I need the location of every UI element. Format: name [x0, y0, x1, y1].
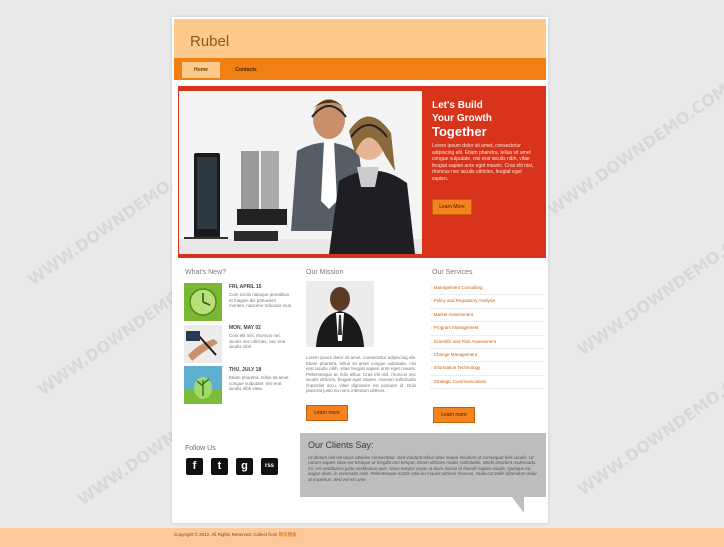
news-title: What's New? — [185, 269, 227, 276]
footer-copyright: Copyright © 2012. All Rights Reserved. C… — [174, 532, 297, 538]
service-item[interactable]: Scientific and Risk Assessment — [431, 336, 543, 349]
service-item[interactable]: Policy and Regulatory Analysis — [431, 295, 543, 309]
rss-icon[interactable]: rss — [261, 458, 278, 475]
site-logo[interactable]: Rubel — [190, 33, 229, 50]
service-item[interactable]: Strategic Communications — [431, 376, 543, 390]
services-learn-more-button[interactable]: Learn more — [433, 407, 475, 423]
speech-bubble-tail — [512, 497, 524, 513]
hero-title-line3: Together — [432, 124, 487, 139]
footer-copyright-text: Copyright © 2012. All Rights Reserved. C… — [174, 532, 279, 537]
mission-title: Our Mission — [306, 269, 344, 276]
service-item[interactable]: Management Consulting — [431, 282, 543, 296]
footer-link[interactable]: 网页模板 — [279, 532, 297, 537]
follow-title: Follow Us — [185, 445, 216, 452]
nav-home[interactable]: Home — [182, 62, 220, 78]
watermark: WWW.DOWNDEMO.COM — [544, 79, 724, 220]
facebook-icon[interactable]: f — [186, 458, 203, 475]
hero-photo — [179, 91, 422, 254]
hero-title-line1: Let's Build — [432, 100, 483, 111]
main-nav: Home Contacts — [174, 58, 546, 80]
mission-learn-more-button[interactable]: Learn more — [306, 405, 348, 421]
news-date: FRI, APRIL 15 — [229, 284, 262, 290]
hero-text: Lorem ipsum dolor sit amet, consectetur … — [432, 143, 534, 182]
hero-title-line2: Your Growth — [432, 113, 492, 124]
nav-contacts[interactable]: Contacts — [226, 62, 266, 78]
service-item[interactable]: Program Management — [431, 322, 543, 336]
clients-testimonial: Our Clients Say: Ut dictum nisl vel lacu… — [300, 433, 546, 513]
mission-text: Lorem ipsum dolor sit amet, consectetur … — [306, 355, 416, 393]
news-text: Cras elit nisl, rhoncus nec iaculis nec … — [229, 333, 286, 350]
service-item[interactable]: Information Technology — [431, 362, 543, 376]
page-container: Rubel Home Contacts Let's Build Your Gro… — [172, 17, 548, 523]
news-text: Cum sociis natoque penatibus et magnis d… — [229, 292, 293, 309]
service-item[interactable]: Market Assessment — [431, 309, 543, 323]
watermark: WWW.DOWNDEMO.COM — [574, 359, 724, 500]
news-text: Etiam pharetra, tellus sit amet congue v… — [229, 375, 289, 392]
site-footer: Copyright © 2012. All Rights Reserved. C… — [0, 528, 724, 547]
news-image-signing[interactable] — [184, 325, 222, 363]
news-date: THU, JULY 18 — [229, 367, 262, 373]
service-item[interactable]: Change Management — [431, 349, 543, 363]
hero-learn-more-button[interactable]: Learn More — [432, 199, 472, 215]
google-icon[interactable]: g — [236, 458, 253, 475]
mission-photo — [306, 281, 374, 347]
news-image-clock[interactable] — [184, 283, 222, 321]
clients-text: Ut dictum nisl vel lacus ultricies conse… — [308, 455, 537, 482]
watermark: WWW.DOWNDEMO.COM — [574, 219, 724, 360]
twitter-icon[interactable]: t — [211, 458, 228, 475]
services-title: Our Services — [432, 269, 473, 276]
hero-banner: Let's Build Your Growth Together Lorem i… — [178, 86, 546, 258]
news-image-growth[interactable] — [184, 366, 222, 404]
clients-title: Our Clients Say: — [308, 440, 374, 450]
news-date: MON, MAY 02 — [229, 325, 261, 331]
services-list: Management Consulting Policy and Regulat… — [431, 282, 543, 390]
